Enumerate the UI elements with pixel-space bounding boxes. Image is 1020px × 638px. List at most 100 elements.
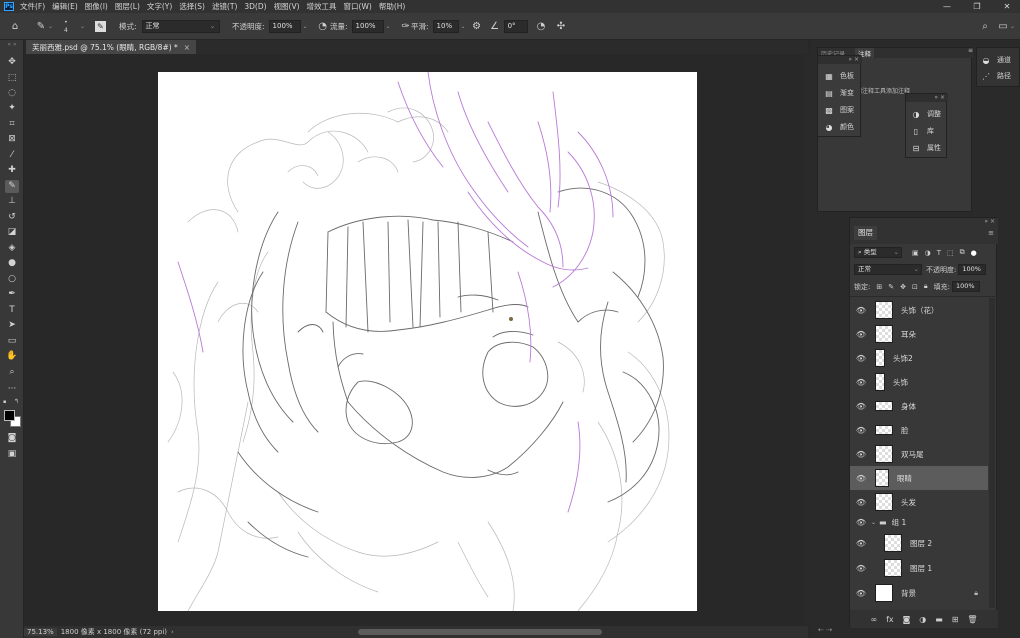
layer-row-background[interactable]: 👁︎ 背景 🔒︎: [850, 581, 988, 605]
layer-group-row[interactable]: 👁︎ ⌄ ▬ 组 1: [850, 515, 988, 529]
layer-row[interactable]: 👁︎ 耳朵: [850, 322, 988, 346]
visibility-eye-icon[interactable]: 👁︎: [855, 306, 867, 315]
search-icon[interactable]: ⌕: [978, 20, 992, 34]
close-window-button[interactable]: ✕: [1000, 0, 1014, 13]
status-arrow-icon[interactable]: ›: [171, 628, 174, 636]
layer-opacity-input[interactable]: 100%: [958, 264, 987, 275]
visibility-eye-icon[interactable]: 👁︎: [855, 539, 867, 548]
lasso-tool-icon[interactable]: ◌: [5, 87, 19, 100]
zoom-tool-icon[interactable]: ⌕: [5, 366, 19, 379]
layer-row[interactable]: 👁︎ 头饰（花）: [850, 298, 988, 322]
lock-all-icon[interactable]: 🔒︎: [924, 282, 928, 291]
mode-select[interactable]: 正常 ⌄: [141, 20, 220, 33]
swap-colors-icon[interactable]: ↰: [14, 399, 20, 405]
layer-row[interactable]: 👁︎ 头饰2: [850, 346, 988, 370]
panel-properties[interactable]: ⊟ 属性: [911, 143, 941, 153]
menu-layer[interactable]: 图层(L): [115, 1, 140, 12]
frame-tool-icon[interactable]: ⊠: [5, 133, 19, 146]
eyedropper-tool-icon[interactable]: ⁄: [5, 149, 19, 162]
blend-mode-select[interactable]: 正常 ⌄: [854, 264, 922, 275]
foreground-color-swatch[interactable]: [4, 410, 15, 421]
layer-row[interactable]: 👁︎ 头发: [850, 490, 988, 514]
magic-wand-tool-icon[interactable]: ✦: [5, 102, 19, 115]
opacity-input[interactable]: 100%: [268, 20, 301, 33]
layer-row-selected[interactable]: 👁︎ 眼睛: [850, 466, 988, 490]
panel-patterns[interactable]: ▩ 图案: [824, 105, 854, 115]
visibility-eye-icon[interactable]: 👁︎: [855, 518, 867, 527]
menu-edit[interactable]: 编辑(E): [52, 1, 78, 12]
menu-image[interactable]: 图像(I): [85, 1, 108, 12]
default-colors-icon[interactable]: ▪: [3, 399, 9, 405]
menu-plugins[interactable]: 增效工具: [307, 1, 337, 12]
new-layer-icon[interactable]: ⊞: [952, 615, 959, 624]
path-selection-tool-icon[interactable]: ➤: [5, 319, 19, 332]
layer-row[interactable]: 👁︎ 图层 2: [850, 531, 988, 555]
dock-arrows-icon[interactable]: ⇠ ⇢: [818, 626, 858, 636]
layer-row[interactable]: 👁︎ 脸: [850, 418, 988, 442]
layer-row[interactable]: 👁︎ 图层 1: [850, 556, 988, 580]
brush-tool-icon[interactable]: ✎: [5, 180, 19, 193]
brush-settings-icon[interactable]: ✎: [95, 21, 106, 32]
new-adjustment-layer-icon[interactable]: ◑: [919, 615, 926, 624]
angle-input[interactable]: 0°: [503, 20, 528, 33]
menu-filter[interactable]: 滤镜(T): [212, 1, 237, 12]
menu-select[interactable]: 选择(S): [179, 1, 205, 12]
visibility-eye-icon[interactable]: 👁︎: [855, 589, 867, 598]
horizontal-scrollbar-thumb[interactable]: [358, 629, 602, 635]
rectangle-tool-icon[interactable]: ▭: [5, 335, 19, 348]
document-tab[interactable]: 芙丽西雅.psd @ 75.1% (眼睛, RGB/8#) * ×: [26, 40, 197, 54]
healing-brush-tool-icon[interactable]: ✚: [5, 164, 19, 177]
restore-button[interactable]: ❐: [970, 0, 984, 13]
group-expand-chevron-icon[interactable]: ⌄: [871, 519, 876, 526]
vertical-scrollbar[interactable]: [804, 54, 818, 626]
dodge-tool-icon[interactable]: ○: [5, 273, 19, 286]
panel-menu-icon[interactable]: ≡: [968, 47, 974, 57]
menu-window[interactable]: 窗口(W): [344, 1, 372, 12]
panel-paths[interactable]: ⋰ 路径: [981, 71, 1011, 81]
symmetry-icon[interactable]: ✣: [554, 20, 568, 34]
menu-3d[interactable]: 3D(D): [244, 2, 266, 11]
lock-artboard-icon[interactable]: ⊡: [912, 283, 918, 291]
brush-preview-icon[interactable]: •: [64, 19, 68, 27]
fill-input[interactable]: 100%: [951, 281, 980, 292]
visibility-eye-icon[interactable]: 👁︎: [855, 354, 867, 363]
layer-row[interactable]: 👁︎ 头饰: [850, 370, 988, 394]
gear-icon[interactable]: ⚙: [470, 20, 484, 34]
visibility-eye-icon[interactable]: 👁︎: [855, 474, 867, 483]
visibility-eye-icon[interactable]: 👁︎: [855, 498, 867, 507]
layer-row[interactable]: 👁︎ 双马尾: [850, 442, 988, 466]
smoothing-dropdown-icon[interactable]: ⌄: [461, 23, 466, 30]
document-canvas[interactable]: [158, 72, 697, 611]
menu-file[interactable]: 文件(F): [20, 1, 45, 12]
workspace-dropdown-icon[interactable]: ⌄: [1010, 23, 1015, 30]
photoshop-logo-icon[interactable]: Ps: [4, 2, 14, 11]
crop-tool-icon[interactable]: ⌗: [5, 118, 19, 131]
blur-tool-icon[interactable]: ●: [5, 257, 19, 270]
panel-channels[interactable]: ◒ 通道: [981, 55, 1012, 65]
filter-pixel-icon[interactable]: ▣: [912, 249, 919, 257]
history-brush-tool-icon[interactable]: ↺: [5, 211, 19, 224]
panel-swatches[interactable]: ▦ 色板: [824, 71, 854, 81]
visibility-eye-icon[interactable]: 👁︎: [855, 402, 867, 411]
type-tool-icon[interactable]: T: [5, 304, 19, 317]
visibility-eye-icon[interactable]: 👁︎: [855, 450, 867, 459]
more-tools-icon[interactable]: ···: [5, 383, 19, 396]
layers-collapse-icon[interactable]: » ×: [850, 218, 998, 225]
visibility-eye-icon[interactable]: 👁︎: [855, 564, 867, 573]
link-layers-icon[interactable]: ∞: [870, 615, 877, 624]
filter-adjustment-icon[interactable]: ◑: [925, 249, 931, 257]
lock-position-icon[interactable]: ✥: [900, 283, 906, 291]
layer-filter-select[interactable]: ⌕ 类型 ⌄: [854, 247, 902, 258]
layers-menu-icon[interactable]: ≡: [988, 229, 994, 237]
brush-tool-preset-icon[interactable]: ✎: [34, 20, 48, 34]
flow-input[interactable]: 100%: [351, 20, 384, 33]
panel-adjustments[interactable]: ◑ 调整: [911, 109, 942, 119]
collapse-panel-b-icon[interactable]: » ×: [906, 94, 948, 102]
filter-smart-icon[interactable]: ⧉: [960, 248, 965, 257]
filter-shape-icon[interactable]: ⬚: [947, 249, 954, 257]
menu-view[interactable]: 视图(V): [274, 1, 300, 12]
workspace-icon[interactable]: ▭: [996, 20, 1010, 34]
panel-color[interactable]: ◕ 颜色: [824, 122, 855, 132]
lock-pixels-icon[interactable]: ✎: [888, 283, 894, 291]
hand-tool-icon[interactable]: ✋: [5, 350, 19, 363]
